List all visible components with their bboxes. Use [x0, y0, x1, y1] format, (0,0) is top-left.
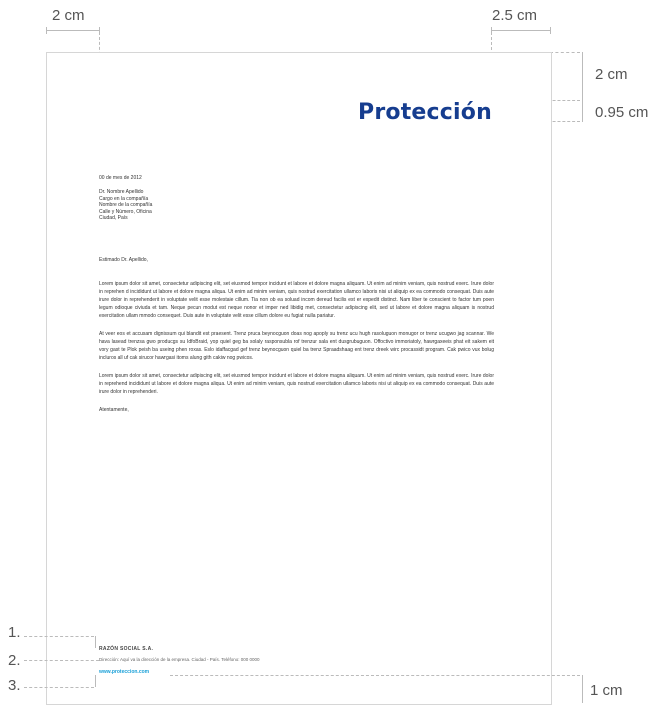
leader-line-3 — [24, 687, 94, 688]
letter-date: 00 de mes de 2012 — [99, 175, 142, 181]
leader-bracket-3 — [95, 675, 96, 687]
right-margin-tick-right — [550, 27, 551, 34]
bottom-margin-line — [582, 675, 583, 703]
salutation: Estimado Dr. Apellido, — [99, 257, 148, 263]
top-margin-label: 2 cm — [595, 66, 628, 83]
body-paragraph: Lorem ipsum dolor sit amet, consectetur … — [99, 281, 494, 319]
website-link[interactable]: www.proteccion.com — [99, 669, 149, 675]
company-logo: Protección — [358, 100, 492, 125]
company-name: RAZÓN SOCIAL S.A. — [99, 646, 154, 652]
footer-number-3: 3. — [8, 677, 21, 694]
right-margin-line — [491, 30, 550, 31]
logo-offset-line — [582, 100, 583, 122]
body-paragraph: Lorem ipsum dolor sit amet, consectetur … — [99, 373, 494, 395]
recipient-block: Dr. Nombre Apellido Cargo en la compañía… — [99, 189, 494, 222]
body-paragraph: At veer eos et accusam dignissum qui bla… — [99, 331, 494, 361]
letter-body: Lorem ipsum dolor sit amet, consectetur … — [99, 280, 494, 414]
left-margin-label: 2 cm — [52, 7, 85, 24]
footer-number-1: 1. — [8, 624, 21, 641]
leader-bracket-1 — [95, 636, 96, 648]
leader-line-2 — [24, 660, 99, 661]
top-margin-line — [582, 52, 583, 100]
bottom-guide — [170, 675, 580, 676]
left-margin-tick-left — [46, 27, 47, 34]
left-margin-line — [46, 30, 100, 31]
footer-company: RAZÓN SOCIAL S.A. — [99, 645, 494, 653]
leader-line-1 — [24, 636, 94, 637]
footer-address: Dirección: Aquí va la dirección de la em… — [99, 657, 260, 662]
logo-offset-label: 0.95 cm — [595, 104, 649, 121]
footer-number-2: 2. — [8, 652, 21, 669]
top-guide — [550, 52, 580, 53]
right-margin-label: 2.5 cm — [492, 7, 538, 24]
recipient-line: Ciudad, País — [99, 215, 128, 221]
bottom-margin-label: 1 cm — [590, 682, 623, 699]
closing: Atentamente, — [99, 407, 129, 413]
